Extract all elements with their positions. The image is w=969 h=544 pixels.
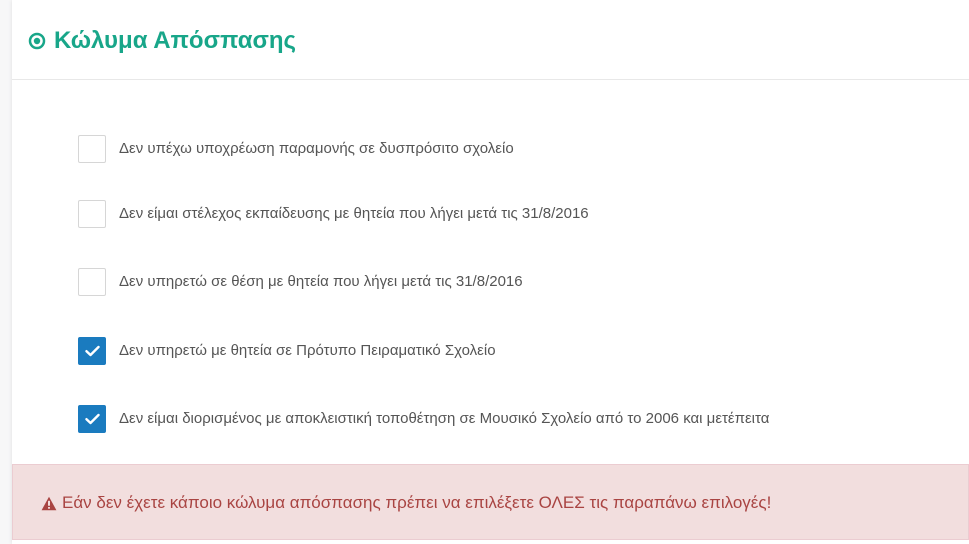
checkbox-model-experimental-school[interactable] [78,337,106,365]
option-education-executive[interactable]: Δεν είμαι στέλεχος εκπαίδευσης με θητεία… [78,199,589,229]
checkbox-remote-school[interactable] [78,135,106,163]
option-label: Δεν είμαι διορισμένος με αποκλειστική το… [119,410,770,427]
option-music-school[interactable]: Δεν είμαι διορισμένος με αποκλειστική το… [78,404,769,434]
checkmark-icon [84,345,100,357]
option-label: Δεν υπηρετώ με θητεία σε Πρότυπο Πειραμα… [119,342,496,359]
page: Κώλυμα Απόσπασης Δεν υπέχω υποχρέωση παρ… [0,0,969,544]
alert-text: Εάν δεν έχετε κάποιο κώλυμα απόσπασης πρ… [62,493,772,512]
alert-content: Εάν δεν έχετε κάποιο κώλυμα απόσπασης πρ… [41,492,771,514]
warning-alert: Εάν δεν έχετε κάποιο κώλυμα απόσπασης πρ… [12,464,969,540]
secondment-obstacle-panel: Κώλυμα Απόσπασης Δεν υπέχω υποχρέωση παρ… [12,0,969,544]
checkbox-education-executive[interactable] [78,200,106,228]
option-remote-school[interactable]: Δεν υπέχω υποχρέωση παραμονής σε δυσπρόσ… [78,134,514,164]
option-term-position[interactable]: Δεν υπηρετώ σε θέση με θητεία που λήγει … [78,267,523,297]
panel-title: Κώλυμα Απόσπασης [28,26,296,56]
warning-triangle-icon [41,496,57,510]
panel-title-text: Κώλυμα Απόσπασης [54,27,297,54]
checkbox-music-school[interactable] [78,405,106,433]
checkmark-icon [84,413,100,425]
option-label: Δεν υπηρετώ σε θέση με θητεία που λήγει … [119,273,523,290]
panel-header: Κώλυμα Απόσπασης [12,0,969,80]
option-model-experimental-school[interactable]: Δεν υπηρετώ με θητεία σε Πρότυπο Πειραμα… [78,336,496,366]
option-label: Δεν είμαι στέλεχος εκπαίδευσης με θητεία… [119,205,589,222]
record-circle-icon [28,32,46,50]
checkbox-term-position[interactable] [78,268,106,296]
option-label: Δεν υπέχω υποχρέωση παραμονής σε δυσπρόσ… [119,140,514,157]
